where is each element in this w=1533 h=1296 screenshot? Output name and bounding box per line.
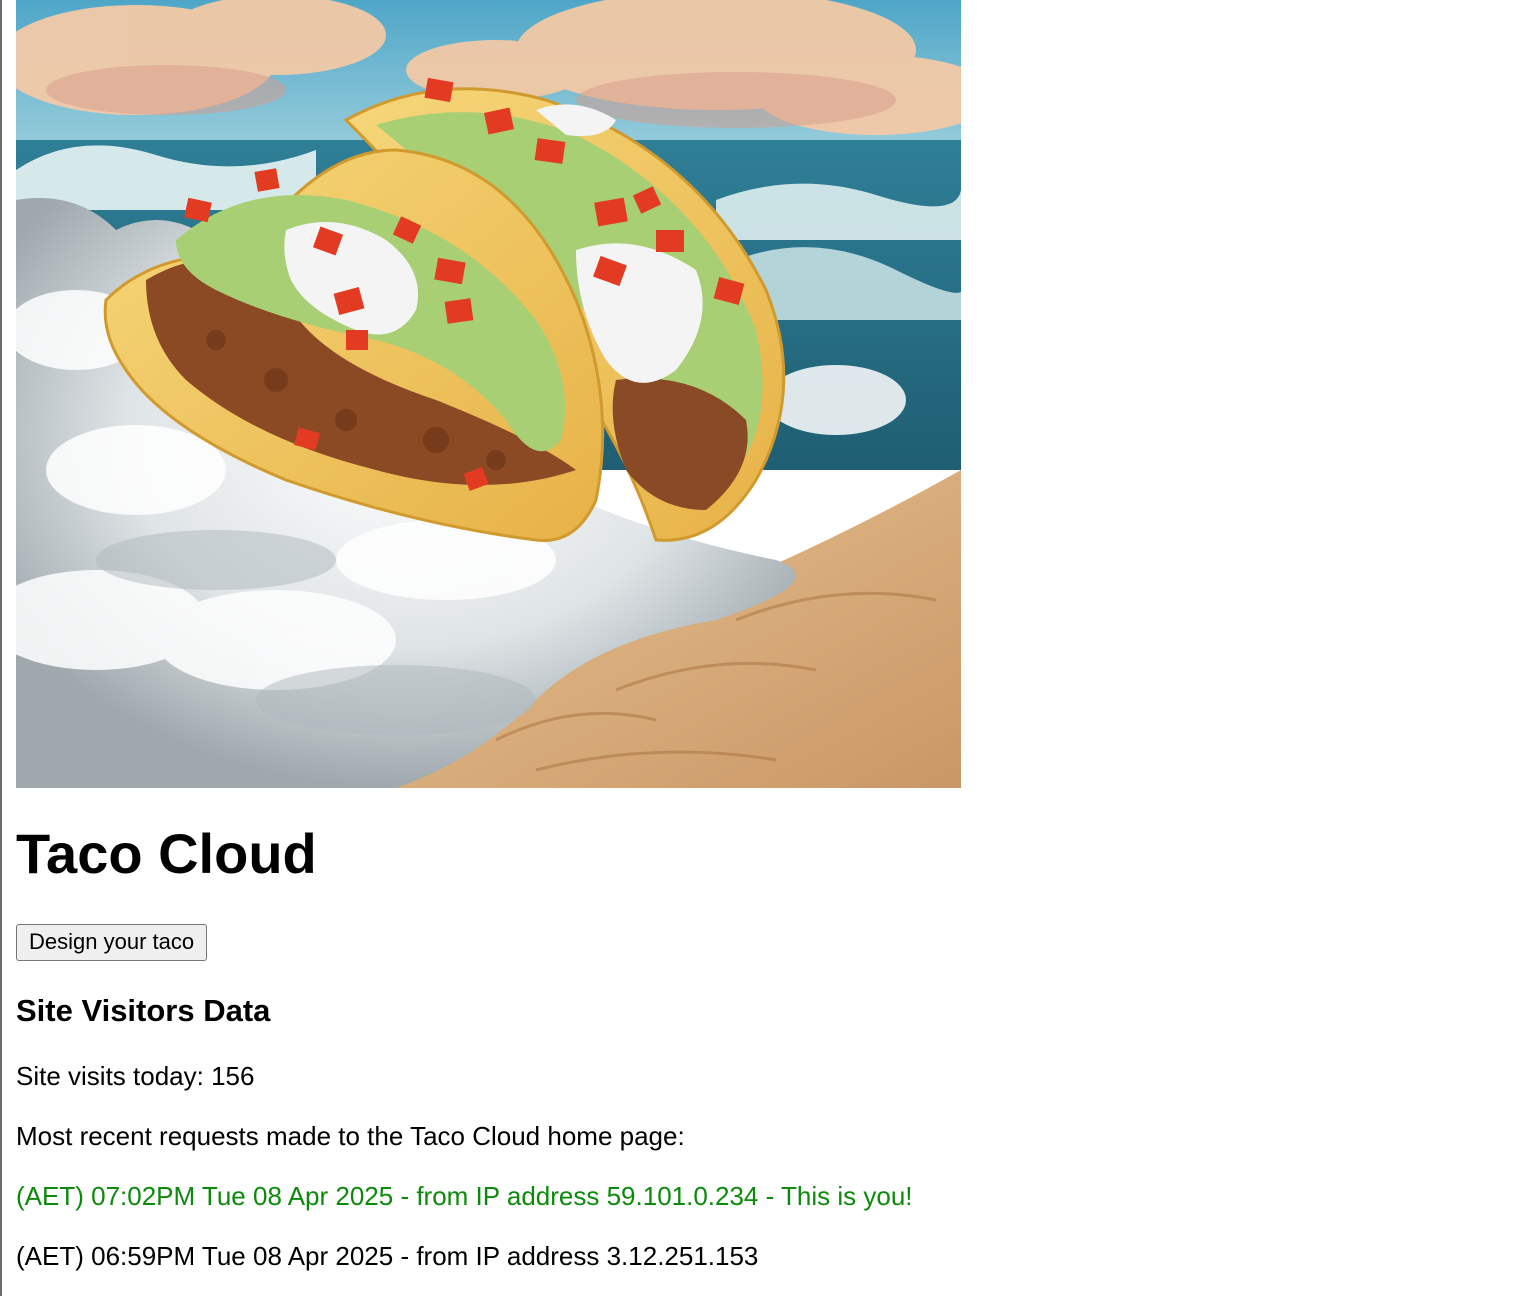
- hero-image: [16, 0, 961, 788]
- site-visits-today: Site visits today: 156: [16, 1061, 255, 1091]
- request-entry: (AET) 06:59PM Tue 08 Apr 2025 - from IP …: [16, 1241, 759, 1271]
- recent-requests-label: Most recent requests made to the Taco Cl…: [16, 1121, 685, 1151]
- design-taco-button[interactable]: Design your taco: [16, 924, 208, 961]
- request-entry-current-user: (AET) 07:02PM Tue 08 Apr 2025 - from IP …: [16, 1181, 913, 1211]
- page-left-border: [0, 0, 2, 1296]
- main-content: Taco Cloud Design your taco Site Visitor…: [16, 0, 1516, 1271]
- taco-illustration: [16, 0, 961, 788]
- site-visitors-heading: Site Visitors Data: [16, 993, 271, 1028]
- page-title: Taco Cloud: [16, 822, 317, 885]
